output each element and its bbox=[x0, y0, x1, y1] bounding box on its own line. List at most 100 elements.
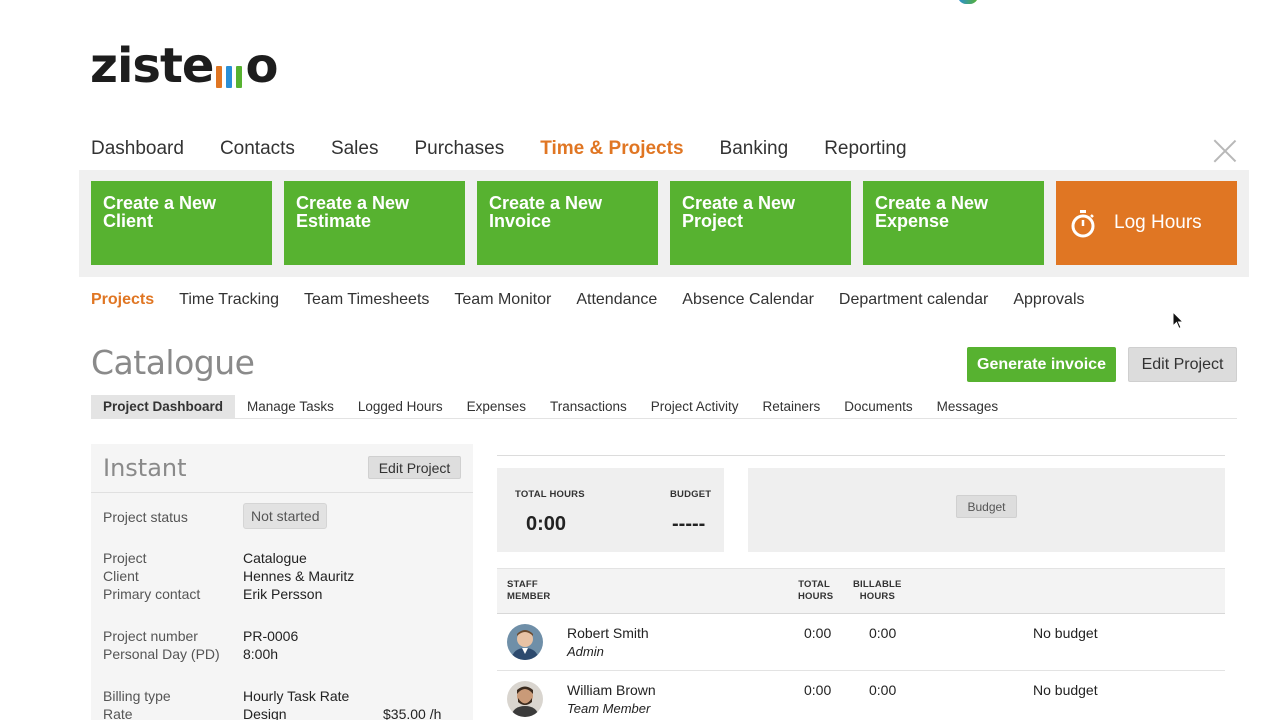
tile-label-line1: Create a New bbox=[489, 193, 603, 213]
billable-hours: 0:00 bbox=[869, 625, 897, 641]
budget-button[interactable]: Budget bbox=[956, 495, 1017, 518]
tile-label-line1: Create a New bbox=[875, 193, 989, 213]
staff-name[interactable]: Robert Smith bbox=[567, 625, 649, 641]
header-line: TOTAL bbox=[798, 579, 830, 590]
nav-reporting[interactable]: Reporting bbox=[824, 136, 906, 162]
billable-hours: 0:00 bbox=[869, 682, 897, 698]
tab-project-activity[interactable]: Project Activity bbox=[639, 395, 751, 419]
logo-text-start: zist bbox=[90, 38, 183, 94]
subnav-projects[interactable]: Projects bbox=[91, 289, 154, 311]
nav-contacts[interactable]: Contacts bbox=[220, 136, 295, 162]
rate-task: Design bbox=[243, 706, 287, 720]
header-line: HOURS bbox=[798, 591, 834, 602]
col-billable-hours: BILLABLE HOURS bbox=[853, 579, 902, 603]
logo-bars-icon bbox=[216, 64, 243, 94]
budget-chart-area: Budget bbox=[748, 468, 1225, 552]
create-expense-tile[interactable]: Create a New Expense bbox=[863, 181, 1044, 265]
field-label: Rate bbox=[103, 706, 133, 720]
tile-label-line2: Expense bbox=[875, 211, 950, 231]
budget-label: BUDGET bbox=[670, 489, 712, 500]
create-estimate-tile[interactable]: Create a New Estimate bbox=[284, 181, 465, 265]
create-project-tile[interactable]: Create a New Project bbox=[670, 181, 851, 265]
panel-edit-project-button[interactable]: Edit Project bbox=[368, 456, 461, 479]
field-label: Project status bbox=[103, 509, 188, 525]
subnav-team-timesheets[interactable]: Team Timesheets bbox=[304, 289, 429, 311]
tab-expenses[interactable]: Expenses bbox=[455, 395, 538, 419]
field-label: Personal Day (PD) bbox=[103, 646, 220, 662]
field-value: Hourly Task Rate bbox=[243, 688, 350, 704]
logo-text-end: o bbox=[245, 38, 279, 94]
page-title: Catalogue bbox=[91, 343, 255, 382]
subnav-absence-calendar[interactable]: Absence Calendar bbox=[682, 289, 814, 311]
field-value: Hennes & Mauritz bbox=[243, 568, 355, 584]
avatar bbox=[507, 624, 543, 660]
subnav-team-monitor[interactable]: Team Monitor bbox=[454, 289, 551, 311]
budget-value: ----- bbox=[672, 513, 706, 535]
tab-transactions[interactable]: Transactions bbox=[538, 395, 639, 419]
staff-role: Team Member bbox=[567, 701, 651, 716]
field-label: Project number bbox=[103, 628, 198, 644]
table-row[interactable]: Robert Smith Admin 0:00 0:00 No budget bbox=[497, 614, 1225, 671]
field-value: Catalogue bbox=[243, 550, 307, 566]
field-value: 8:00h bbox=[243, 646, 279, 662]
mouse-cursor-icon bbox=[1172, 311, 1185, 330]
staff-table-header: STAFF MEMBER TOTAL HOURS BILLABLE HOURS bbox=[497, 568, 1225, 614]
header-line: MEMBER bbox=[507, 591, 551, 602]
tile-label-line2: Estimate bbox=[296, 211, 372, 231]
subnav-approvals[interactable]: Approvals bbox=[1013, 289, 1084, 311]
col-staff-member: STAFF MEMBER bbox=[507, 579, 550, 603]
tile-label-line1: Create a New bbox=[682, 193, 796, 213]
field-label: Client bbox=[103, 568, 139, 584]
tile-label-line1: Create a New bbox=[296, 193, 410, 213]
tab-manage-tasks[interactable]: Manage Tasks bbox=[235, 395, 346, 419]
tile-label-line2: Project bbox=[682, 211, 744, 231]
table-row[interactable]: William Brown Team Member 0:00 0:00 No b… bbox=[497, 671, 1225, 720]
nav-time-projects[interactable]: Time & Projects bbox=[540, 136, 683, 162]
create-client-tile[interactable]: Create a New Client bbox=[91, 181, 272, 265]
logo-text-e: e bbox=[181, 38, 215, 94]
field-label: Project bbox=[103, 550, 147, 566]
create-invoice-tile[interactable]: Create a New Invoice bbox=[477, 181, 658, 265]
staff-role: Admin bbox=[567, 644, 604, 659]
main-nav: Dashboard Contacts Sales Purchases Time … bbox=[91, 136, 943, 162]
tab-logged-hours[interactable]: Logged Hours bbox=[346, 395, 455, 419]
tab-documents[interactable]: Documents bbox=[832, 395, 924, 419]
tab-messages[interactable]: Messages bbox=[925, 395, 1011, 419]
rate-value: $35.00 /h bbox=[383, 706, 442, 720]
total-hours: 0:00 bbox=[804, 682, 832, 698]
header-line: BILLABLE bbox=[853, 579, 902, 590]
nav-purchases[interactable]: Purchases bbox=[414, 136, 504, 162]
staff-name[interactable]: William Brown bbox=[567, 682, 656, 698]
field-value: Erik Persson bbox=[243, 586, 323, 602]
nav-dashboard[interactable]: Dashboard bbox=[91, 136, 184, 162]
staff-budget: No budget bbox=[1033, 625, 1098, 641]
nav-sales[interactable]: Sales bbox=[331, 136, 379, 162]
close-icon[interactable] bbox=[1212, 138, 1238, 164]
generate-invoice-button[interactable]: Generate invoice bbox=[967, 347, 1116, 382]
quick-actions-bar: Create a New Client Create a New Estimat… bbox=[79, 170, 1249, 277]
header-line: STAFF bbox=[507, 579, 538, 590]
tile-label-line1: Create a New bbox=[103, 193, 217, 213]
project-info-title: Instant bbox=[103, 454, 187, 482]
hours-summary: TOTAL HOURS 0:00 BUDGET ----- bbox=[497, 468, 724, 552]
tile-label-line2: Client bbox=[103, 211, 154, 231]
col-total-hours: TOTAL HOURS bbox=[798, 579, 834, 603]
nav-banking[interactable]: Banking bbox=[720, 136, 789, 162]
project-info-panel: Instant Edit Project Project status Not … bbox=[91, 444, 473, 720]
zistemo-logo[interactable]: zist e o bbox=[90, 38, 278, 94]
tab-project-dashboard[interactable]: Project Dashboard bbox=[91, 395, 236, 419]
field-label: Billing type bbox=[103, 688, 171, 704]
partial-logo-mark bbox=[958, 0, 978, 4]
subnav-department-calendar[interactable]: Department calendar bbox=[839, 289, 988, 311]
edit-project-button[interactable]: Edit Project bbox=[1128, 347, 1237, 382]
subnav-time-tracking[interactable]: Time Tracking bbox=[179, 289, 279, 311]
log-hours-tile[interactable]: Log Hours bbox=[1056, 181, 1237, 265]
tab-retainers[interactable]: Retainers bbox=[751, 395, 833, 419]
stopwatch-icon bbox=[1070, 210, 1095, 238]
field-label: Primary contact bbox=[103, 586, 201, 602]
sub-nav: Projects Time Tracking Team Timesheets T… bbox=[91, 289, 1110, 311]
log-hours-label: Log Hours bbox=[1114, 212, 1202, 233]
staff-budget: No budget bbox=[1033, 682, 1098, 698]
subnav-attendance[interactable]: Attendance bbox=[576, 289, 657, 311]
project-info-header: Instant Edit Project bbox=[91, 444, 473, 493]
